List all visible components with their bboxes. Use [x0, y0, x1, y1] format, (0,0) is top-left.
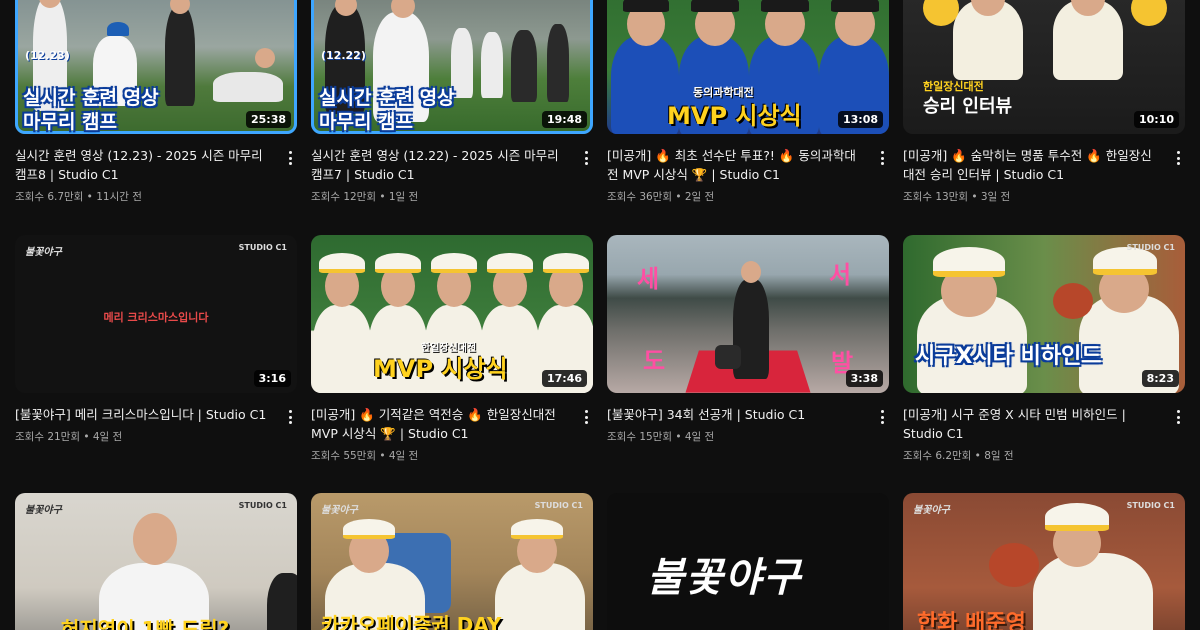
- thumbnail-logo: STUDIO C1: [534, 501, 583, 510]
- upload-age: 4일 전: [92, 431, 123, 443]
- video-stats: 조회수 36만회 • 2일 전: [607, 191, 715, 203]
- video-title[interactable]: [미공개] 🔥 기적같은 역전승 🔥 한일장신대전 MVP 시상식 🏆 | St…: [311, 405, 571, 443]
- thumbnail-logo: STUDIO C1: [1126, 501, 1175, 510]
- thumbnail-caption: 카카오페이증권 DAY: [321, 613, 502, 630]
- video-thumbnail[interactable]: 동의과학대전 MVP 시상식 13:08: [607, 0, 889, 134]
- video-card[interactable]: 한일장신대전 MVP 시상식 17:46 [미공개] 🔥 기적같은 역전승 🔥 …: [311, 235, 593, 463]
- video-title[interactable]: [미공개] 🔥 숨막히는 명품 투수전 🔥 한일장신대전 승리 인터뷰 | St…: [903, 146, 1163, 184]
- video-thumbnail[interactable]: 불꽃야구 STUDIO C1 한화 배준영: [903, 493, 1185, 630]
- upload-age: 1일 전: [388, 191, 419, 203]
- more-options-icon[interactable]: [283, 146, 297, 204]
- view-count: 조회수 55만회: [311, 450, 376, 462]
- thumbnail-logo: 불꽃야구: [321, 505, 358, 516]
- thumbnail-caption: 서: [829, 261, 852, 289]
- thumbnail-caption: MVP 시상식: [373, 355, 508, 383]
- video-card[interactable]: (12.22) 실시간 훈련 영상 마무리 캠프 19:48 실시간 훈련 영상…: [311, 0, 593, 204]
- thumbnail-logo: STUDIO C1: [238, 243, 287, 252]
- video-stats: 조회수 12만회 • 1일 전: [311, 191, 419, 203]
- video-thumbnail[interactable]: 불꽃야구 STUDIO C1 허지영이 1빵 드립?: [15, 493, 297, 630]
- thumbnail-logo: STUDIO C1: [238, 501, 287, 510]
- video-duration: 13:08: [837, 111, 883, 128]
- video-stats: 조회수 15만회 • 4일 전: [607, 431, 715, 443]
- thumbnail-caption: 불꽃야구: [647, 555, 803, 601]
- thumbnail-date: (12.22): [321, 49, 366, 62]
- video-thumbnail[interactable]: (12.23) 실시간 훈련 영상 마무리 캠프 25:38: [15, 0, 297, 134]
- more-options-icon[interactable]: [1171, 146, 1185, 204]
- video-card[interactable]: (12.23) 실시간 훈련 영상 마무리 캠프 25:38 실시간 훈련 영상…: [15, 0, 297, 204]
- video-card[interactable]: 한일장신대전 승리 인터뷰 10:10 [미공개] 🔥 숨막히는 명품 투수전 …: [903, 0, 1185, 204]
- thumbnail-caption: 실시간 훈련 영상: [319, 87, 455, 109]
- video-stats: 조회수 6.2만회 • 8일 전: [903, 450, 1014, 462]
- video-thumbnail[interactable]: 한일장신대전 승리 인터뷰 10:10: [903, 0, 1185, 134]
- more-options-icon[interactable]: [875, 146, 889, 204]
- thumbnail-caption: 도: [643, 347, 666, 375]
- video-title[interactable]: 실시간 훈련 영상 (12.23) - 2025 시즌 마무리 캠프8 | St…: [15, 146, 275, 184]
- video-thumbnail[interactable]: 불꽃야구 STUDIO C1 카카오페이증권 DAY: [311, 493, 593, 630]
- video-card[interactable]: 불꽃야구 STUDIO C1 허지영이 1빵 드립?: [15, 493, 297, 630]
- upload-age: 2일 전: [684, 191, 715, 203]
- view-count: 조회수 15만회: [607, 431, 672, 443]
- video-duration: 19:48: [541, 111, 587, 128]
- video-thumbnail[interactable]: 세 서 도 발 3:38: [607, 235, 889, 393]
- thumbnail-caption: 한화 배준영: [917, 611, 1026, 630]
- upload-age: 4일 전: [388, 450, 419, 462]
- thumbnail-caption: 승리 인터뷰: [923, 96, 1013, 117]
- thumbnail-caption: 마무리 캠프: [23, 111, 118, 133]
- video-thumbnail[interactable]: 불꽃야구 STUDIO C1 메리 크리스마스입니다 3:16: [15, 235, 297, 393]
- thumbnail-caption: 마무리 캠프: [319, 111, 414, 133]
- view-count: 조회수 36만회: [607, 191, 672, 203]
- video-card[interactable]: 불꽃야구: [607, 493, 889, 630]
- view-count: 조회수 21만회: [15, 431, 80, 443]
- thumbnail-logo: 불꽃야구: [25, 505, 62, 516]
- video-duration: 25:38: [245, 111, 291, 128]
- video-title[interactable]: 실시간 훈련 영상 (12.22) - 2025 시즌 마무리 캠프7 | St…: [311, 146, 571, 184]
- thumbnail-caption: 세: [637, 265, 660, 293]
- upload-age: 11시간 전: [96, 191, 142, 203]
- video-card[interactable]: 불꽃야구 STUDIO C1 한화 배준영: [903, 493, 1185, 630]
- video-title[interactable]: [불꽃야구] 메리 크리스마스입니다 | Studio C1: [15, 405, 275, 424]
- video-card[interactable]: 불꽃야구 STUDIO C1 메리 크리스마스입니다 3:16 [불꽃야구] 메…: [15, 235, 297, 444]
- video-thumbnail[interactable]: 불꽃야구: [607, 493, 889, 630]
- view-count: 조회수 12만회: [311, 191, 376, 203]
- video-duration: 17:46: [541, 370, 587, 387]
- view-count: 조회수 6.2만회: [903, 450, 972, 462]
- video-thumbnail[interactable]: STUDIO C1 시구X시타 비하인드 8:23: [903, 235, 1185, 393]
- upload-age: 4일 전: [684, 431, 715, 443]
- upload-age: 8일 전: [984, 450, 1014, 462]
- thumbnail-caption: 시구X시타 비하인드: [915, 344, 1102, 369]
- video-thumbnail[interactable]: 한일장신대전 MVP 시상식 17:46: [311, 235, 593, 393]
- video-thumbnail[interactable]: (12.22) 실시간 훈련 영상 마무리 캠프 19:48: [311, 0, 593, 134]
- thumbnail-logo: STUDIO C1: [1126, 243, 1175, 252]
- more-options-icon[interactable]: [283, 405, 297, 444]
- video-stats: 조회수 55만회 • 4일 전: [311, 450, 419, 462]
- thumbnail-caption: 허지영이 1빵 드립?: [61, 617, 230, 630]
- more-options-icon[interactable]: [579, 405, 593, 463]
- thumbnail-date: (12.23): [25, 49, 70, 62]
- video-card[interactable]: 불꽃야구 STUDIO C1 카카오페이증권 DAY: [311, 493, 593, 630]
- view-count: 조회수 13만회: [903, 191, 968, 203]
- video-card[interactable]: STUDIO C1 시구X시타 비하인드 8:23 [미공개] 시구 준영 X …: [903, 235, 1185, 463]
- video-stats: 조회수 21만회 • 4일 전: [15, 431, 123, 443]
- thumbnail-caption: 메리 크리스마스입니다: [103, 311, 209, 324]
- thumbnail-caption: 실시간 훈련 영상: [23, 87, 159, 109]
- view-count: 조회수 6.7만회: [15, 191, 84, 203]
- video-duration: 10:10: [1133, 111, 1179, 128]
- thumbnail-logo: 불꽃야구: [25, 247, 62, 258]
- video-stats: 조회수 6.7만회 • 11시간 전: [15, 191, 142, 203]
- more-options-icon[interactable]: [875, 405, 889, 444]
- video-duration: 3:38: [845, 370, 883, 387]
- video-stats: 조회수 13만회 • 3일 전: [903, 191, 1011, 203]
- video-title[interactable]: [미공개] 🔥 최초 선수단 투표?! 🔥 동의과학대전 MVP 시상식 🏆 |…: [607, 146, 867, 184]
- thumbnail-caption: MVP 시상식: [667, 102, 802, 130]
- video-title[interactable]: [불꽃야구] 34회 선공개 | Studio C1: [607, 405, 867, 424]
- video-title[interactable]: [미공개] 시구 준영 X 시타 민범 비하인드 | Studio C1: [903, 405, 1163, 443]
- more-options-icon[interactable]: [579, 146, 593, 204]
- video-duration: 3:16: [253, 370, 291, 387]
- video-card[interactable]: 세 서 도 발 3:38 [불꽃야구] 34회 선공개 | Studio C1 …: [607, 235, 889, 444]
- more-options-icon[interactable]: [1171, 405, 1185, 463]
- upload-age: 3일 전: [980, 191, 1011, 203]
- video-card[interactable]: 동의과학대전 MVP 시상식 13:08 [미공개] 🔥 최초 선수단 투표?!…: [607, 0, 889, 204]
- video-duration: 8:23: [1141, 370, 1179, 387]
- thumbnail-logo: 불꽃야구: [913, 505, 950, 516]
